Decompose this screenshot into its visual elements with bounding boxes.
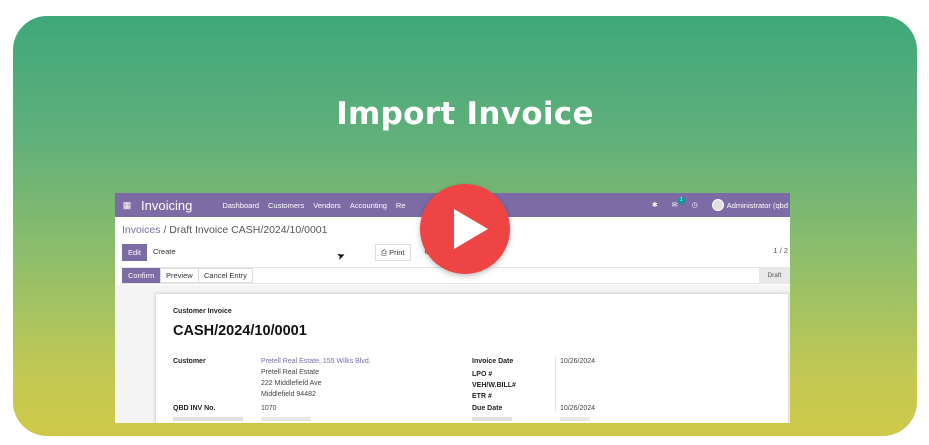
preview-button[interactable]: Preview [160,268,199,283]
breadcrumb-separator: / [160,224,170,236]
etr-label: ETR # [472,393,492,400]
grid-icon[interactable]: ▦ [119,200,135,211]
edit-button[interactable]: Edit [122,244,147,261]
due-date-field[interactable]: 10/26/2024 [560,405,595,412]
confirm-button[interactable]: Confirm [122,268,161,283]
invoice-date-field[interactable]: 10/26/2024 [560,358,595,365]
field-divider [555,356,556,411]
address-line: Middlefield 94482 [261,391,316,398]
address-line: 222 Middlefield Ave [261,380,322,387]
print-label: Print [389,248,405,257]
breadcrumb-invoices[interactable]: Invoices [122,224,161,236]
printer-icon: ⎙ [381,248,387,257]
chat-badge: 1 [677,197,685,204]
status-draft[interactable]: Draft [759,268,790,283]
cut-off-row-value [560,417,590,421]
play-button[interactable] [420,184,510,274]
navbar-right: ✱ ✉ 1 ◷ Administrator (qbd [652,193,788,217]
banner-title: Import Invoice [336,96,594,132]
document-type: Customer Invoice [173,308,232,315]
customer-field[interactable]: Pretell Real Estate, 155 Wilks Blvd. [261,358,371,365]
menu-dashboard[interactable]: Dashboard [222,201,259,210]
clock-icon[interactable]: ◷ [692,201,698,209]
mouse-cursor-icon: ➤ [335,249,348,264]
chat-icon[interactable]: ✉ 1 [672,197,685,209]
customer-label: Customer [173,358,206,365]
qbd-inv-label: QBD INV No. [173,405,216,412]
due-date-label: Due Date [472,405,503,412]
cut-off-row-value [261,417,311,421]
menu-accounting[interactable]: Accounting [350,201,387,210]
cancel-entry-button[interactable]: Cancel Entry [198,268,253,283]
lpo-label: LPO # [472,371,493,378]
invoice-number: CASH/2024/10/0001 [173,323,307,339]
user-menu[interactable]: Administrator (qbd [727,201,788,210]
menu-reporting[interactable]: Re [396,201,406,210]
play-icon [454,209,488,249]
veh-bill-label: VEH/W.BILL# [472,382,516,389]
invoice-date-label: Invoice Date [472,358,514,365]
pager[interactable]: 1 / 2 [773,246,788,255]
breadcrumb-current: Draft Invoice CASH/2024/10/0001 [169,224,328,236]
cut-off-row-label [472,417,512,421]
avatar[interactable] [711,199,724,211]
breadcrumb: Invoices / Draft Invoice CASH/2024/10/00… [122,224,327,236]
app-brand[interactable]: Invoicing [141,198,192,213]
menu-vendors[interactable]: Vendors [313,201,341,210]
address-line: Pretell Real Estate [261,369,319,376]
bug-icon[interactable]: ✱ [652,201,658,209]
cut-off-row-label [173,417,243,421]
qbd-inv-field[interactable]: 1070 [261,405,277,412]
create-button[interactable]: Create [148,244,181,261]
menu-customers[interactable]: Customers [268,201,304,210]
invoice-sheet: Customer Invoice CASH/2024/10/0001 Custo… [155,293,789,423]
print-button[interactable]: ⎙ Print [375,244,411,261]
